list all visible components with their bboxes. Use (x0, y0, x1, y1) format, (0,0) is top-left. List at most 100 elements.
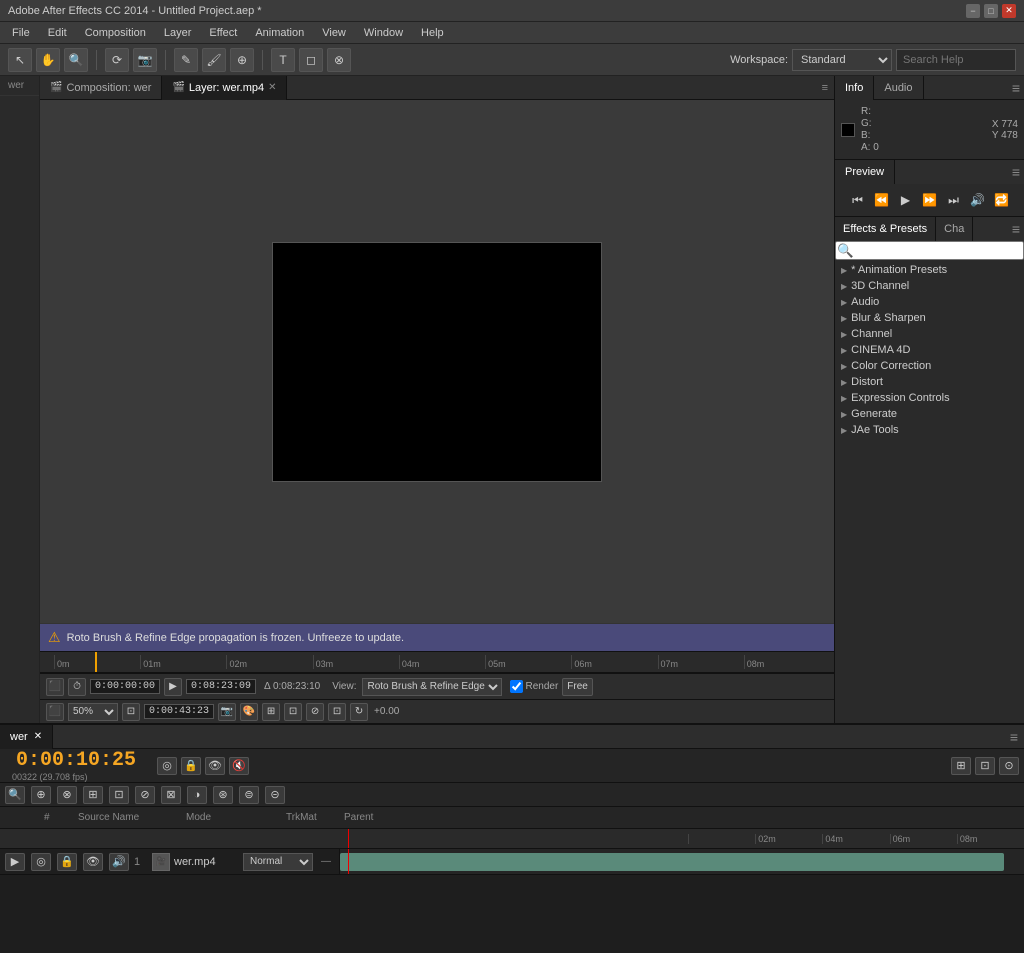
menu-animation[interactable]: Animation (247, 25, 312, 41)
tab-info[interactable]: Info (835, 76, 874, 100)
tl-ctrl3[interactable]: ⊗ (57, 786, 77, 804)
tl-eye[interactable]: 👁 (205, 757, 225, 775)
tl-solo[interactable]: ◎ (157, 757, 177, 775)
render-checkbox[interactable] (510, 680, 523, 693)
free-btn[interactable]: Free (562, 678, 593, 696)
aspect-btn[interactable]: ⊡ (122, 703, 140, 721)
effect-channel[interactable]: Channel (835, 326, 1024, 342)
tl-opt1[interactable]: ⊞ (951, 757, 971, 775)
effect-animation-presets[interactable]: * Animation Presets (835, 262, 1024, 278)
tl-ctrl8[interactable]: ◑ (187, 786, 207, 804)
workspace-select[interactable]: Standard (792, 49, 892, 71)
info-panel-menu[interactable]: ≡ (1008, 76, 1024, 99)
timeline-timecode[interactable]: 0:00:10:25 (8, 749, 144, 772)
tl-opt3[interactable]: ⊙ (999, 757, 1019, 775)
tool-rotate[interactable]: ⟳ (105, 48, 129, 72)
prev-first[interactable]: ⏮ (848, 190, 868, 210)
menu-help[interactable]: Help (413, 25, 452, 41)
timecode-current[interactable]: 0:00:00:00 (90, 679, 160, 694)
prev-last[interactable]: ⏭ (944, 190, 964, 210)
tool-hand[interactable]: ✋ (36, 48, 60, 72)
grid-btn[interactable]: ⊡ (284, 703, 302, 721)
tl-ctrl9[interactable]: ⊛ (213, 786, 233, 804)
tab-preview[interactable]: Preview (835, 160, 895, 184)
tool-puppet[interactable]: ⊗ (327, 48, 351, 72)
effect-cinema4d[interactable]: CINEMA 4D (835, 342, 1024, 358)
bottom-panel-menu[interactable]: ≡ (1004, 729, 1024, 745)
tool-clone[interactable]: ⊕ (230, 48, 254, 72)
tab-menu-button[interactable]: ≡ (816, 82, 834, 94)
tl-ctrl5[interactable]: ⊡ (109, 786, 129, 804)
prev-loop[interactable]: 🔁 (992, 190, 1012, 210)
tl-ctrl7[interactable]: ⊠ (161, 786, 181, 804)
footer-timecode[interactable]: 0:00:43:23 (144, 704, 214, 719)
maximize-button[interactable]: □ (984, 4, 998, 18)
track-solo[interactable]: ◎ (31, 853, 51, 871)
tool-pen[interactable]: ✎ (174, 48, 198, 72)
tool-camera[interactable]: 📷 (133, 48, 157, 72)
tl-ctrl10[interactable]: ⊜ (239, 786, 259, 804)
timecode-end[interactable]: 0:08:23:09 (186, 679, 256, 694)
menu-view[interactable]: View (314, 25, 354, 41)
effect-color-correction[interactable]: Color Correction (835, 358, 1024, 374)
effects-panel-menu[interactable]: ≡ (1008, 221, 1024, 237)
snap-btn[interactable]: 📷 (218, 703, 236, 721)
effect-distort[interactable]: Distort (835, 374, 1024, 390)
track-mode-select[interactable]: Normal (243, 853, 313, 871)
close-button[interactable]: ✕ (1002, 4, 1016, 18)
menu-effect[interactable]: Effect (201, 25, 245, 41)
bottom-tab-close[interactable]: ✕ (34, 731, 42, 742)
tab-cha[interactable]: Cha (936, 217, 973, 241)
tool-brush[interactable]: 🖌 (202, 48, 226, 72)
tl-opt2[interactable]: ⊡ (975, 757, 995, 775)
effect-generate[interactable]: Generate (835, 406, 1024, 422)
timecode-btn[interactable]: ⏱ (68, 678, 86, 696)
track-audio[interactable]: 🔊 (109, 853, 129, 871)
flow-btn[interactable]: ↻ (350, 703, 368, 721)
effects-search-input[interactable] (835, 241, 1024, 260)
prev-back[interactable]: ⏪ (872, 190, 892, 210)
menu-composition[interactable]: Composition (77, 25, 154, 41)
zoom-select[interactable]: 50% (68, 703, 118, 721)
tab-composition[interactable]: 🎬 Composition: wer (40, 76, 162, 100)
tool-select[interactable]: ↖ (8, 48, 32, 72)
effect-audio[interactable]: Audio (835, 294, 1024, 310)
minimize-button[interactable]: − (966, 4, 980, 18)
playback-btn[interactable]: ⬛ (46, 678, 64, 696)
tl-mute[interactable]: 🔇 (229, 757, 249, 775)
tool-shape[interactable]: ◻ (299, 48, 323, 72)
track-lock[interactable]: 🔒 (57, 853, 77, 871)
frame-btn[interactable]: ▶ (164, 678, 182, 696)
tab-layer-close[interactable]: ✕ (268, 82, 276, 93)
region-btn[interactable]: ⊡ (328, 703, 346, 721)
footer-icon[interactable]: ⬛ (46, 703, 64, 721)
effect-jae-tools[interactable]: JAe Tools (835, 422, 1024, 438)
tl-ctrl6[interactable]: ⊘ (135, 786, 155, 804)
prev-play[interactable]: ▶ (896, 190, 916, 210)
color-btn[interactable]: 🎨 (240, 703, 258, 721)
tl-lock[interactable]: 🔒 (181, 757, 201, 775)
menu-edit[interactable]: Edit (40, 25, 75, 41)
track-expand[interactable]: ▶ (5, 853, 25, 871)
tl-ctrl2[interactable]: ⊕ (31, 786, 51, 804)
search-input[interactable] (896, 49, 1016, 71)
prev-forward[interactable]: ⏩ (920, 190, 940, 210)
tab-audio[interactable]: Audio (874, 76, 923, 100)
tool-type[interactable]: T (271, 48, 295, 72)
view-select[interactable]: Roto Brush & Refine Edge (362, 678, 502, 696)
tool-zoom[interactable]: 🔍 (64, 48, 88, 72)
prev-audio[interactable]: 🔊 (968, 190, 988, 210)
bottom-tab-wer[interactable]: wer ✕ (0, 725, 53, 749)
menu-window[interactable]: Window (356, 25, 411, 41)
tab-effects[interactable]: Effects & Presets (835, 217, 936, 241)
tab-layer[interactable]: 🎬 Layer: wer.mp4 ✕ (162, 76, 287, 100)
track-eye[interactable]: 👁 (83, 853, 103, 871)
menu-layer[interactable]: Layer (156, 25, 200, 41)
effect-3d-channel[interactable]: 3D Channel (835, 278, 1024, 294)
effect-expression-controls[interactable]: Expression Controls (835, 390, 1024, 406)
channels-btn[interactable]: ⊞ (262, 703, 280, 721)
tl-ctrl11[interactable]: ⊝ (265, 786, 285, 804)
effect-blur-sharpen[interactable]: Blur & Sharpen (835, 310, 1024, 326)
preview-panel-menu[interactable]: ≡ (1008, 164, 1024, 180)
tl-ctrl1[interactable]: 🔍 (5, 786, 25, 804)
